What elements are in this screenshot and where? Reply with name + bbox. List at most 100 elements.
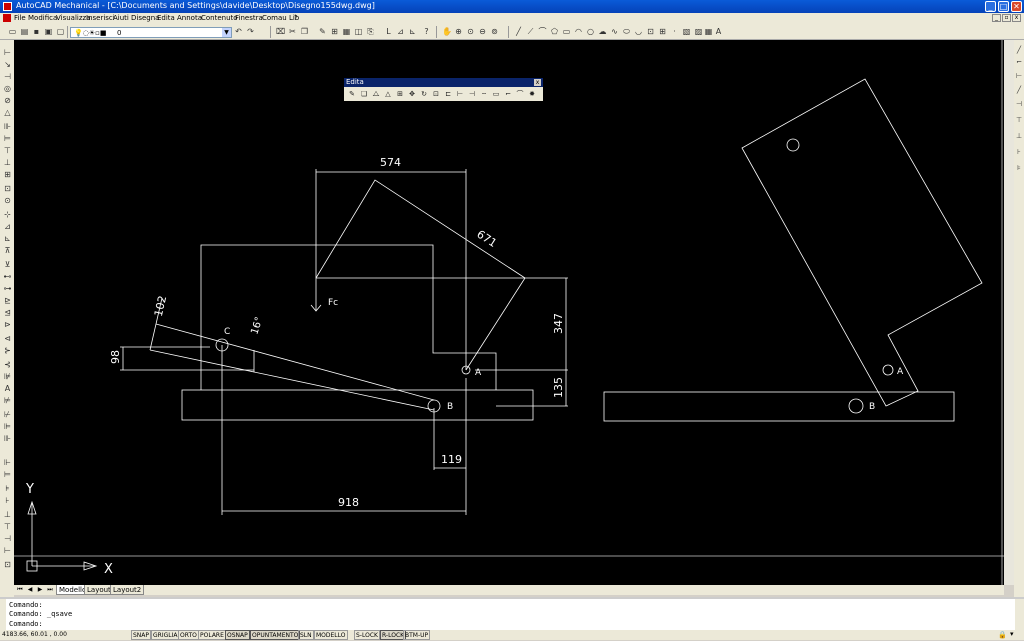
gradient-icon[interactable]: ▨ xyxy=(694,27,703,36)
hatch-icon[interactable]: ▦ xyxy=(342,27,351,36)
sln-toggle[interactable]: SLN xyxy=(298,630,314,640)
block-icon[interactable]: ◫ xyxy=(354,27,363,36)
menu-disegna[interactable]: Disegna xyxy=(131,14,159,22)
move-icon[interactable]: ✥ xyxy=(408,90,416,99)
menu-modifica[interactable]: Modifica xyxy=(28,14,57,22)
command-window-grip[interactable] xyxy=(0,599,6,630)
tool-icon[interactable]: ⊢ xyxy=(3,546,12,555)
menu-file[interactable]: File xyxy=(14,14,26,22)
tool-icon[interactable]: A xyxy=(3,384,12,393)
doc-minimize-button[interactable]: _ xyxy=(992,14,1001,22)
menu-help[interactable]: ? xyxy=(294,14,298,22)
griglia-toggle[interactable]: GRIGLIA xyxy=(151,630,180,640)
snap-icon[interactable]: ⌐ xyxy=(1015,58,1023,66)
new-icon[interactable]: ▭ xyxy=(8,27,17,36)
document-icon[interactable] xyxy=(3,14,11,22)
tool-icon[interactable]: ⊨ xyxy=(3,134,12,143)
extend-icon[interactable]: ⊣ xyxy=(468,90,476,99)
hatch-draw-icon[interactable]: ▧ xyxy=(682,27,691,36)
tool-icon[interactable]: ⊦ xyxy=(3,496,12,505)
chevron-down-icon[interactable]: ▼ xyxy=(222,28,231,37)
osnap-toggle[interactable]: OSNAP xyxy=(225,630,250,640)
btm-up-toggle[interactable]: BTM-UP xyxy=(403,630,431,640)
tool-icon[interactable]: ⊼ xyxy=(3,246,12,255)
spline-icon[interactable]: ∿ xyxy=(610,27,619,36)
tool-icon[interactable]: ⊷ xyxy=(3,272,12,281)
snap-icon[interactable]: ⊦ xyxy=(1015,148,1023,156)
area-icon[interactable]: ⊾ xyxy=(408,27,417,36)
array-icon[interactable]: ⊞ xyxy=(396,90,404,99)
tab-layout2[interactable]: Layout2 xyxy=(110,585,145,595)
undo-icon[interactable]: ↶ xyxy=(234,27,243,36)
tool-icon[interactable]: ⊥ xyxy=(3,510,12,519)
arc-icon[interactable]: ◠ xyxy=(574,27,583,36)
zoom-realtime-icon[interactable]: ⊕ xyxy=(454,27,463,36)
modello-toggle[interactable]: MODELLO xyxy=(314,630,348,640)
status-menu-icon[interactable]: ▾ xyxy=(1010,630,1014,638)
drawing-canvas[interactable]: 574 671 347 135 102 98 16° 119 918 C A B… xyxy=(14,40,1004,585)
tool-icon[interactable]: ⊾ xyxy=(3,234,12,243)
point-icon[interactable]: · xyxy=(670,27,679,36)
tool-icon[interactable]: ⊲ xyxy=(3,334,12,343)
tool-icon[interactable]: ⊱ xyxy=(3,346,12,355)
offset-icon[interactable]: △ xyxy=(384,90,392,99)
opuntamento-toggle[interactable]: OPUNTAMENTO xyxy=(250,630,301,640)
snap-icon[interactable]: ╱ xyxy=(1015,46,1023,54)
angle-icon[interactable]: ⊿ xyxy=(396,27,405,36)
join-icon[interactable]: ▭ xyxy=(492,90,500,99)
scale-icon[interactable]: ⊡ xyxy=(432,90,440,99)
zoom-previous-icon[interactable]: ⊖ xyxy=(478,27,487,36)
command-scrollbar[interactable] xyxy=(1015,599,1024,630)
open-icon[interactable]: ▤ xyxy=(20,27,29,36)
tool-icon[interactable]: ⊵ xyxy=(3,296,12,305)
revision-cloud-icon[interactable]: ☁ xyxy=(598,27,607,36)
command-prompt[interactable]: Comando: xyxy=(9,620,43,628)
rectangle-icon[interactable]: ▭ xyxy=(562,27,571,36)
tool-icon[interactable]: ⊭ xyxy=(3,396,12,405)
lock-icon[interactable]: 🔒 xyxy=(998,631,1007,639)
line-icon[interactable]: ╱ xyxy=(514,27,523,36)
tool-icon[interactable]: ◎ xyxy=(3,84,12,93)
tool-icon[interactable]: ⊣ xyxy=(3,534,12,543)
command-window[interactable]: Comando: Comando: _qsave Comando: xyxy=(0,597,1024,630)
text-icon[interactable]: A xyxy=(714,27,723,36)
menu-inserisci[interactable]: Inserisci xyxy=(86,14,115,22)
prev-tab-icon[interactable]: ◀ xyxy=(26,586,34,594)
doc-restore-button[interactable]: ▫ xyxy=(1002,14,1011,22)
tool-icon[interactable]: ⊢ xyxy=(3,48,12,57)
tool-icon[interactable]: ⊙ xyxy=(3,196,12,205)
redo-icon[interactable]: ↷ xyxy=(246,27,255,36)
polare-toggle[interactable]: POLARE xyxy=(198,630,226,640)
tool-icon[interactable]: ⊹ xyxy=(3,210,12,219)
fillet-icon[interactable]: ⌒ xyxy=(516,90,524,99)
polyline-icon[interactable]: ⌒ xyxy=(538,27,547,36)
tool-icon[interactable]: ⊤ xyxy=(3,522,12,531)
erase-icon[interactable]: ✎ xyxy=(348,90,356,99)
tool-icon[interactable]: ⊪ xyxy=(3,122,12,131)
cut-icon[interactable]: ✂ xyxy=(288,27,297,36)
circle-icon[interactable]: ○ xyxy=(586,27,595,36)
plot-icon[interactable]: ▣ xyxy=(44,27,53,36)
tool-icon[interactable]: ⊴ xyxy=(3,308,12,317)
ellipse-arc-icon[interactable]: ◡ xyxy=(634,27,643,36)
save-icon[interactable]: ▪ xyxy=(32,27,41,36)
last-tab-icon[interactable]: ⏭ xyxy=(46,586,54,594)
tool-icon[interactable]: ⊞ xyxy=(3,170,12,179)
close-button[interactable]: ✕ xyxy=(1011,1,1022,12)
pan-icon[interactable]: ✋ xyxy=(442,27,452,36)
snap-icon[interactable]: ⊥ xyxy=(1015,132,1023,140)
tool-icon[interactable]: ⊰ xyxy=(3,360,12,369)
snap-icon[interactable]: ⊢ xyxy=(1015,72,1023,80)
tool-icon[interactable]: ⊯ xyxy=(3,372,12,381)
orto-toggle[interactable]: ORTO xyxy=(178,630,199,640)
edit-toolbar-titlebar[interactable]: Edita xyxy=(344,78,543,87)
vertical-scrollbar[interactable] xyxy=(1004,40,1014,585)
preview-icon[interactable]: ▢ xyxy=(56,27,65,36)
rotate-icon[interactable]: ↻ xyxy=(420,90,428,99)
tool-icon[interactable]: ⊪ xyxy=(3,434,12,443)
tool-icon[interactable]: ⊩ xyxy=(3,458,12,467)
tool-icon[interactable]: ⊤ xyxy=(3,146,12,155)
tool-icon[interactable]: ⊿ xyxy=(3,222,12,231)
tool-icon[interactable]: ⊳ xyxy=(3,320,12,329)
tool-icon[interactable]: ⊶ xyxy=(3,284,12,293)
